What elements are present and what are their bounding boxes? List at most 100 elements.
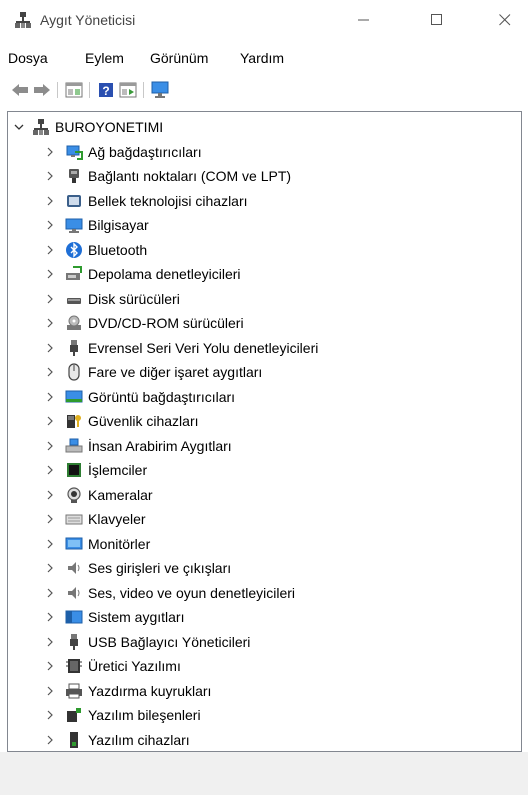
tree-item-row[interactable]: Ses girişleri ve çıkışları <box>8 556 519 580</box>
tree-item-row[interactable]: Bilgisayar <box>8 213 519 237</box>
tree-item-label: USB Bağlayıcı Yöneticileri <box>88 633 251 650</box>
help-button[interactable]: ? <box>96 80 116 100</box>
tree-item-label: Bellek teknolojisi cihazları <box>88 192 248 209</box>
menu-gorunum[interactable]: Görünüm <box>150 49 208 67</box>
tree-item-row[interactable]: İşlemciler <box>8 458 519 482</box>
tree-item-label: İnsan Arabirim Aygıtları <box>88 437 232 454</box>
tree-item-row[interactable]: USB Bağlayıcı Yöneticileri <box>8 630 519 654</box>
close-button[interactable] <box>482 0 528 40</box>
chevron-right-icon[interactable] <box>44 581 56 605</box>
tree-item-label: Bilgisayar <box>88 217 149 233</box>
tree-item-label: Ağ bağdaştırıcıları <box>88 143 202 160</box>
tree-item-row[interactable]: Evrensel Seri Veri Yolu denetleyicileri <box>8 336 519 360</box>
tree-root-row[interactable]: BUROYONETIMI <box>8 115 519 139</box>
chevron-right-icon[interactable] <box>44 434 56 458</box>
software-component-icon <box>67 708 81 722</box>
tree-item-row[interactable]: Görüntü bağdaştırıcıları <box>8 385 519 409</box>
memory-device-icon <box>67 194 81 207</box>
device-tree[interactable]: BUROYONETIMI Ağ bağdaştırıcıları Bağlantı… <box>7 111 522 752</box>
chevron-right-icon[interactable] <box>44 336 56 360</box>
chevron-right-icon[interactable] <box>44 385 56 409</box>
tree-item-row[interactable]: Kameralar <box>8 483 519 507</box>
chevron-right-icon[interactable] <box>44 654 56 678</box>
chevron-right-icon[interactable] <box>44 409 56 433</box>
update-driver-button[interactable] <box>118 80 138 100</box>
toolbar-separator <box>143 82 144 98</box>
chevron-right-icon[interactable] <box>44 605 56 629</box>
tree-item-row[interactable]: Fare ve diğer işaret aygıtları <box>8 360 519 384</box>
tree-item-label: İşlemciler <box>88 462 148 478</box>
chevron-right-icon[interactable] <box>44 728 56 752</box>
minimize-button[interactable] <box>341 0 387 40</box>
scan-hardware-button[interactable] <box>150 80 170 100</box>
chevron-right-icon[interactable] <box>44 213 56 237</box>
chevron-right-icon[interactable] <box>44 164 56 188</box>
dvd-drive-icon <box>67 315 81 330</box>
chevron-right-icon[interactable] <box>44 483 56 507</box>
tree-item-row[interactable]: Bellek teknolojisi cihazları <box>8 189 519 213</box>
minimize-icon <box>358 19 369 21</box>
tree-item-label: Sistem aygıtları <box>88 609 185 625</box>
chevron-right-icon[interactable] <box>44 507 56 531</box>
tree-item-row[interactable]: Klavyeler <box>8 507 519 531</box>
menu-bar: Dosya Eylem Görünüm Yardım <box>0 46 528 70</box>
tree-item-row[interactable]: Disk sürücüleri <box>8 287 519 311</box>
chevron-right-icon[interactable] <box>44 360 56 384</box>
tree-item-row[interactable]: Ses, video ve oyun denetleyicileri <box>8 581 519 605</box>
tree-item-row[interactable]: Monitörler <box>8 532 519 556</box>
computer-monitor-icon <box>65 218 83 233</box>
back-button[interactable] <box>10 80 30 100</box>
chevron-right-icon[interactable] <box>44 238 56 262</box>
tree-item-row[interactable]: Sistem aygıtları <box>8 605 519 629</box>
menu-dosya[interactable]: Dosya <box>8 49 48 67</box>
forward-icon <box>34 84 50 96</box>
tree-item-row[interactable]: Yazılım bileşenleri <box>8 703 519 727</box>
storage-controller-icon <box>66 266 82 280</box>
maximize-button[interactable] <box>414 0 460 40</box>
tree-item-label: Yazılım bileşenleri <box>88 707 201 723</box>
forward-button[interactable] <box>32 80 52 100</box>
chevron-right-icon[interactable] <box>44 630 56 654</box>
window-title: Aygıt Yöneticisi <box>40 12 136 28</box>
chevron-right-icon[interactable] <box>44 679 56 703</box>
chevron-right-icon[interactable] <box>44 287 56 311</box>
chevron-right-icon[interactable] <box>44 556 56 580</box>
chevron-right-icon[interactable] <box>44 140 56 164</box>
tree-item-row[interactable]: İnsan Arabirim Aygıtları <box>8 434 519 458</box>
tree-item-label: Yazdırma kuyrukları <box>88 682 212 699</box>
tree-item-row[interactable]: Yazdırma kuyrukları <box>8 679 519 703</box>
chevron-right-icon[interactable] <box>44 311 56 335</box>
back-icon <box>12 84 28 96</box>
scan-hardware-icon <box>151 81 169 98</box>
port-icon <box>69 169 79 183</box>
chevron-right-icon[interactable] <box>44 703 56 727</box>
bluetooth-icon <box>66 241 82 258</box>
maximize-icon <box>431 14 442 25</box>
tree-item-row[interactable]: Üretici Yazılımı <box>8 654 519 678</box>
device-manager-icon <box>15 12 31 28</box>
software-device-icon <box>70 731 78 748</box>
menu-eylem[interactable]: Eylem <box>85 49 124 67</box>
tree-item-row[interactable]: Güvenlik cihazları <box>8 409 519 433</box>
hid-icon <box>65 438 83 452</box>
tree-item-row[interactable]: Depolama denetleyicileri <box>8 262 519 286</box>
tree-item-row[interactable]: Ağ bağdaştırıcıları <box>8 140 519 164</box>
tree-item-row[interactable]: Bağlantı noktaları (COM ve LPT) <box>8 164 519 188</box>
properties-button[interactable] <box>64 80 84 100</box>
toolbar: ? <box>0 76 528 104</box>
chevron-right-icon[interactable] <box>44 262 56 286</box>
tree-item-label: Monitörler <box>88 535 151 552</box>
tree-item-row[interactable]: Bluetooth <box>8 238 519 262</box>
chevron-down-icon[interactable] <box>13 115 25 139</box>
computer-icon <box>33 119 49 135</box>
chevron-right-icon[interactable] <box>44 532 56 556</box>
menu-yardim[interactable]: Yardım <box>240 49 284 67</box>
chevron-right-icon[interactable] <box>44 458 56 482</box>
system-device-icon <box>65 610 83 624</box>
chevron-right-icon[interactable] <box>44 189 56 213</box>
sound-controller-icon <box>68 586 80 599</box>
tree-item-row[interactable]: Yazılım cihazları <box>8 728 519 752</box>
tree-item-row[interactable]: DVD/CD-ROM sürücüleri <box>8 311 519 335</box>
firmware-icon <box>66 659 82 673</box>
tree-item-label: Ses girişleri ve çıkışları <box>88 560 232 576</box>
